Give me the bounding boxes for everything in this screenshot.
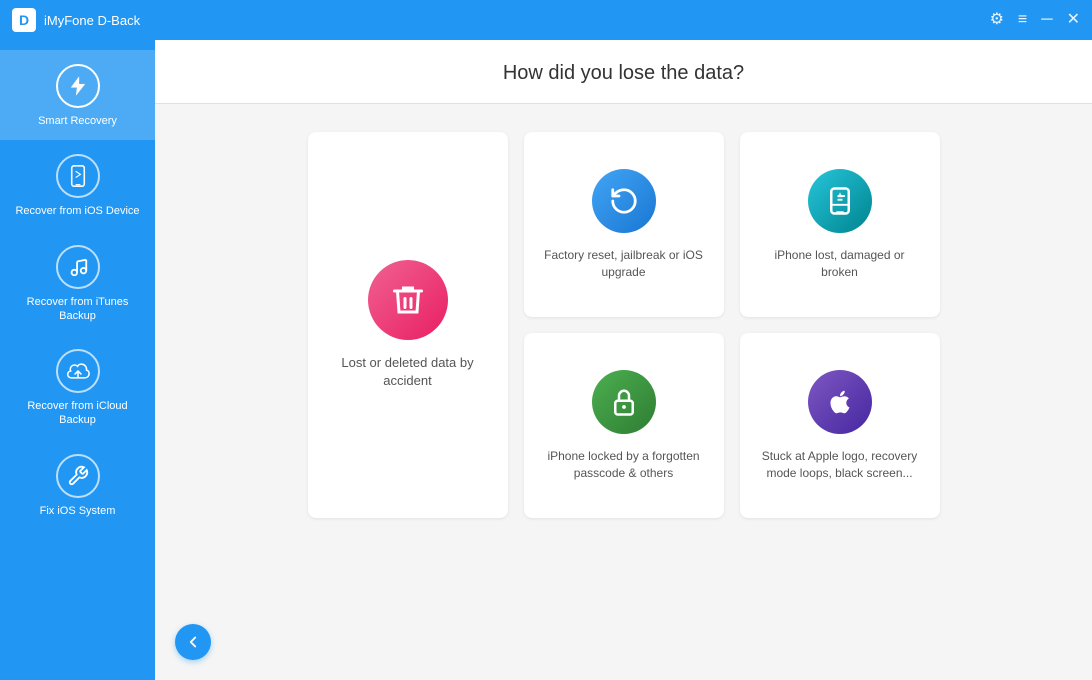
- card-iphone-locked[interactable]: iPhone locked by a forgotten passcode & …: [524, 333, 724, 518]
- close-icon[interactable]: ✕: [1067, 12, 1080, 28]
- sidebar-item-itunes[interactable]: Recover from iTunes Backup: [0, 231, 155, 336]
- sidebar-label-itunes: Recover from iTunes Backup: [8, 295, 147, 324]
- back-button[interactable]: [175, 624, 211, 660]
- menu-icon[interactable]: ≡: [1018, 12, 1027, 28]
- settings-icon[interactable]: ⚙: [990, 12, 1004, 28]
- sidebar-label-icloud: Recover from iCloud Backup: [8, 399, 147, 428]
- card-label-lost-deleted: Lost or deleted data by accident: [324, 354, 492, 390]
- main-content: How did you lose the data? Los: [155, 40, 1092, 680]
- window-controls: ⚙ ≡ ─ ✕: [990, 12, 1080, 28]
- cloud-icon: [56, 349, 100, 393]
- phone-icon: [56, 154, 100, 198]
- music-icon: [56, 245, 100, 289]
- app-logo: D: [12, 8, 36, 32]
- sidebar-label-smart-recovery: Smart Recovery: [38, 114, 117, 128]
- cards-area: Lost or deleted data by accident Factory…: [155, 104, 1092, 680]
- sidebar-item-smart-recovery[interactable]: Smart Recovery: [0, 50, 155, 140]
- lock-icon: [592, 370, 656, 434]
- sidebar: Smart Recovery Recover from iOS Device: [0, 40, 155, 680]
- page-title: How did you lose the data?: [155, 62, 1092, 85]
- sidebar-label-fix-ios: Fix iOS System: [40, 504, 116, 518]
- card-iphone-lost[interactable]: iPhone lost, damaged or broken: [740, 132, 940, 317]
- minimize-icon[interactable]: ─: [1041, 12, 1052, 28]
- broken-phone-icon: [808, 169, 872, 233]
- sidebar-item-ios-device[interactable]: Recover from iOS Device: [0, 140, 155, 230]
- card-label-stuck-apple: Stuck at Apple logo, recovery mode loops…: [756, 448, 924, 482]
- sidebar-item-icloud[interactable]: Recover from iCloud Backup: [0, 335, 155, 440]
- app-body: Smart Recovery Recover from iOS Device: [0, 40, 1092, 680]
- wrench-icon: [56, 454, 100, 498]
- lightning-icon: [56, 64, 100, 108]
- card-factory-reset[interactable]: Factory reset, jailbreak or iOS upgrade: [524, 132, 724, 317]
- sidebar-item-fix-ios[interactable]: Fix iOS System: [0, 440, 155, 530]
- app-title: iMyFone D-Back: [44, 13, 990, 28]
- trash-icon: [368, 260, 448, 340]
- sidebar-label-ios-device: Recover from iOS Device: [15, 204, 139, 218]
- content-header: How did you lose the data?: [155, 40, 1092, 104]
- cards-grid: Lost or deleted data by accident Factory…: [308, 132, 940, 518]
- card-label-factory-reset: Factory reset, jailbreak or iOS upgrade: [540, 247, 708, 281]
- card-label-iphone-locked: iPhone locked by a forgotten passcode & …: [540, 448, 708, 482]
- title-bar: D iMyFone D-Back ⚙ ≡ ─ ✕: [0, 0, 1092, 40]
- card-label-iphone-lost: iPhone lost, damaged or broken: [756, 247, 924, 281]
- card-stuck-apple[interactable]: Stuck at Apple logo, recovery mode loops…: [740, 333, 940, 518]
- apple-icon: [808, 370, 872, 434]
- refresh-icon: [592, 169, 656, 233]
- card-lost-deleted[interactable]: Lost or deleted data by accident: [308, 132, 508, 518]
